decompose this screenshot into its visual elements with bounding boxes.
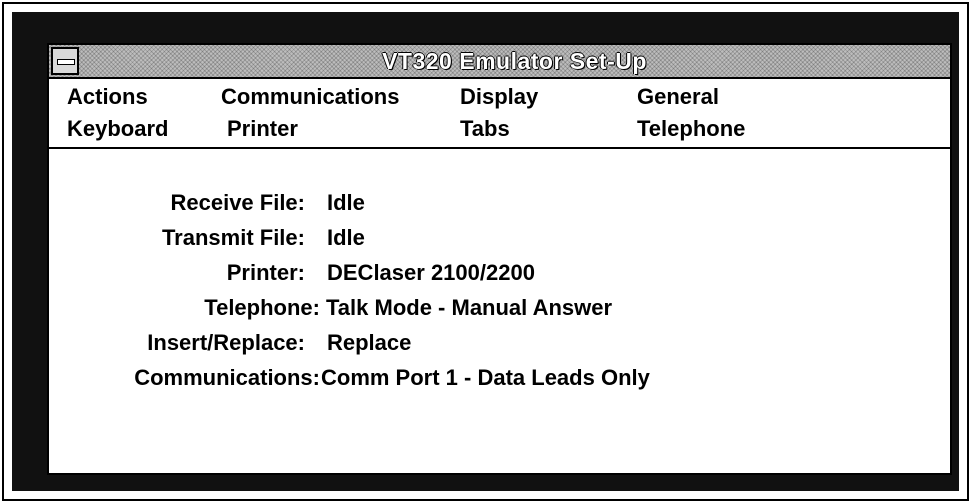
telephone-value: Talk Mode - Manual Answer xyxy=(326,295,613,320)
printer-value: DEClaser 2100/2200 xyxy=(327,260,535,285)
receive-file-label: Receive File: xyxy=(170,190,305,215)
menu-tabs[interactable]: Tabs xyxy=(460,116,510,142)
system-menu-icon[interactable] xyxy=(51,47,79,75)
insert-replace-label: Insert/Replace: xyxy=(147,330,305,355)
telephone-label: Telephone: xyxy=(204,295,320,320)
receive-file-value: Idle xyxy=(327,190,365,215)
menu-keyboard[interactable]: Keyboard xyxy=(67,116,168,142)
menu-general[interactable]: General xyxy=(637,84,719,110)
transmit-file-value: Idle xyxy=(327,225,365,250)
status-panel: Receive File: Idle Transmit File: Idle P… xyxy=(49,149,950,473)
menu-bar: Actions Communications Display General K… xyxy=(49,79,950,149)
system-menu-bar xyxy=(57,59,75,65)
menu-actions[interactable]: Actions xyxy=(67,84,148,110)
transmit-file-label: Transmit File: xyxy=(161,225,305,250)
communications-label: Communications: xyxy=(134,365,320,390)
setup-window: VT320 Emulator Set-Up Actions Communicat… xyxy=(47,43,952,475)
menu-display[interactable]: Display xyxy=(460,84,538,110)
printer-label: Printer: xyxy=(226,260,305,285)
menu-printer[interactable]: Printer xyxy=(227,116,298,142)
menu-telephone[interactable]: Telephone xyxy=(637,116,745,142)
menu-communications[interactable]: Communications xyxy=(221,84,399,110)
window-title: VT320 Emulator Set-Up xyxy=(382,48,647,74)
title-bar[interactable]: VT320 Emulator Set-Up xyxy=(49,45,950,79)
communications-value: Comm Port 1 - Data Leads Only xyxy=(321,365,650,390)
insert-replace-value: Replace xyxy=(327,330,412,355)
